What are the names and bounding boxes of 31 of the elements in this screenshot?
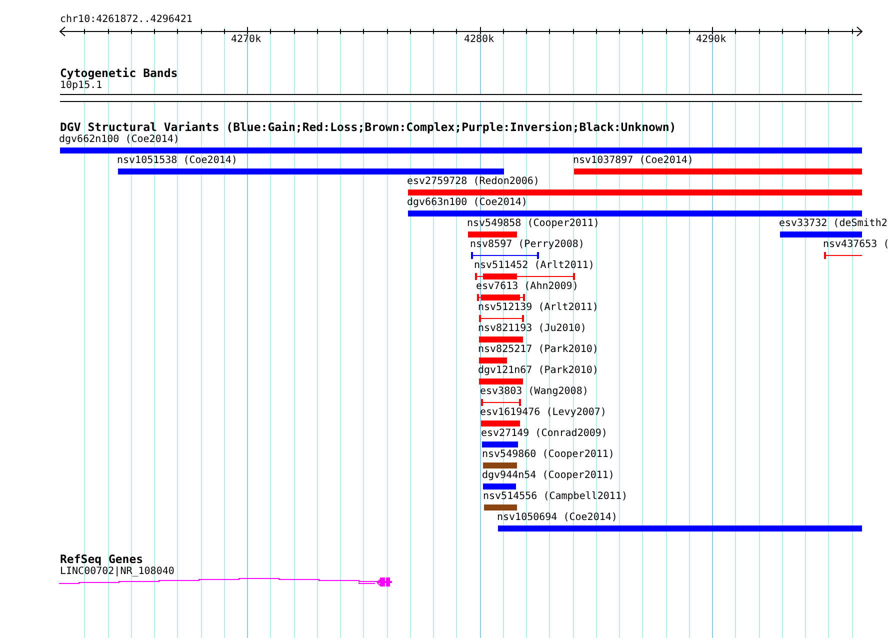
ruler-tick-label: 4280k xyxy=(464,34,494,46)
variant-label: nsv512139 (Arlt2011) xyxy=(478,302,598,314)
variant-label: esv2759728 (Redon2006) xyxy=(407,176,540,188)
ruler-tick-label: 4290k xyxy=(696,34,726,46)
variant-label: dgv662n100 (Coe2014) xyxy=(59,134,180,146)
variant-label: nsv8597 (Perry2008) xyxy=(470,239,584,251)
variant-label: dgv121n67 (Park2010) xyxy=(478,365,598,377)
variant-label: nsv1037897 (Coe2014) xyxy=(573,155,694,167)
variant-label: dgv944n54 (Cooper2011) xyxy=(482,470,614,482)
band-label: 10p15.1 xyxy=(60,80,102,92)
variant-label: nsv549860 (Cooper2011) xyxy=(482,449,614,461)
variant-label: esv33732 (deSmith2 xyxy=(779,218,888,230)
track-title: Cytogenetic Bands xyxy=(60,67,178,80)
variant-label: nsv514556 (Campbell2011) xyxy=(483,491,628,503)
variant-label: esv1619476 (Levy2007) xyxy=(480,407,606,419)
track-title: DGV Structural Variants (Blue:Gain;Red:Loss;Brown:Complex;Purple:Inversion;Black:Unknown) xyxy=(60,121,676,134)
variant-label: esv3803 (Wang2008) xyxy=(480,386,588,398)
variant-label: nsv549858 (Cooper2011) xyxy=(467,218,600,230)
variant-label: nsv437653 ( xyxy=(823,239,890,251)
variant-label: nsv1051538 (Coe2014) xyxy=(117,155,238,167)
variant-label: esv7613 (Ahn2009) xyxy=(476,281,578,293)
variant-label: nsv511452 (Arlt2011) xyxy=(474,260,594,272)
track-title: RefSeq Genes xyxy=(60,553,144,566)
ruler-tick-label: 4270k xyxy=(231,34,262,46)
variant-label: nsv821193 (Ju2010) xyxy=(478,323,586,335)
ruler-range: chr10:4261872..4296421 xyxy=(60,14,192,26)
gene-label: LINC00702|NR_108040 xyxy=(60,566,174,578)
variant-label: nsv1050694 (Coe2014) xyxy=(497,512,618,524)
variant-label: nsv825217 (Park2010) xyxy=(478,344,598,356)
variant-label: dgv663n100 (Coe2014) xyxy=(407,197,528,209)
variant-label: esv27149 (Conrad2009) xyxy=(481,428,608,440)
